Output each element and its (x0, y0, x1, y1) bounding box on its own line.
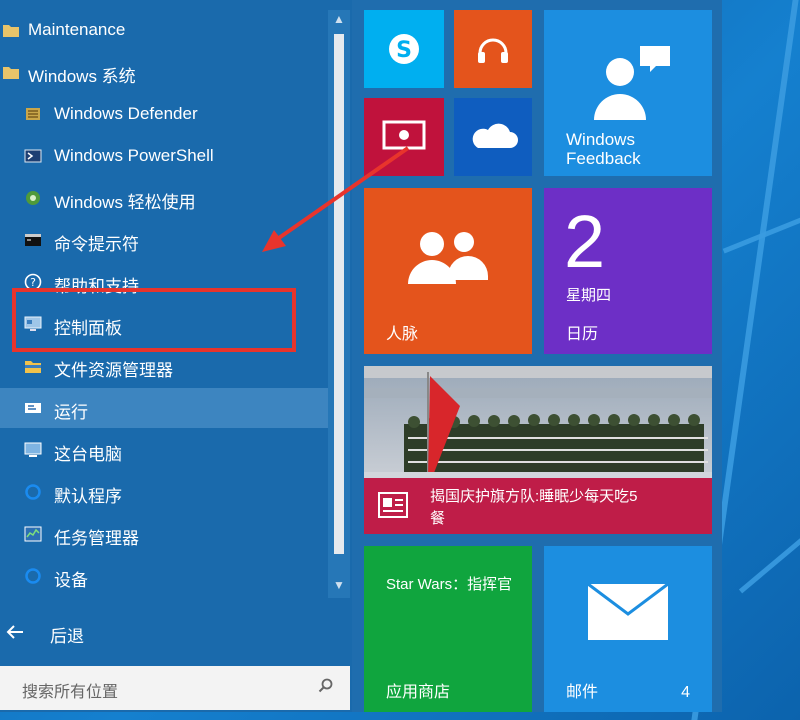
annotation-arrow (262, 146, 410, 252)
